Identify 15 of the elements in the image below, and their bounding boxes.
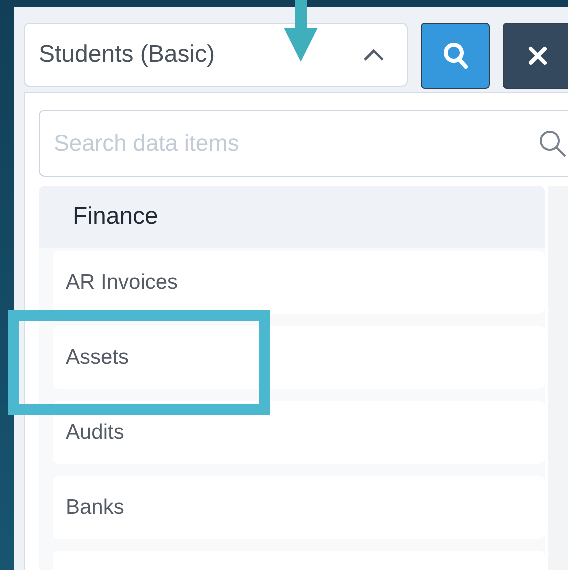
dropdown-value: Students (Basic): [39, 41, 216, 69]
arrow-annotation: [284, 0, 318, 62]
close-icon: [528, 46, 548, 66]
list-item[interactable]: Audits: [53, 401, 545, 464]
list-item[interactable]: Assets: [53, 326, 545, 389]
chevron-up-icon: [363, 49, 385, 62]
list-item[interactable]: Banks: [53, 476, 545, 539]
search-icon: [538, 129, 568, 159]
search-icon: [442, 42, 468, 70]
search-field[interactable]: Search data items: [39, 110, 568, 177]
dataset-dropdown[interactable]: Students (Basic): [24, 23, 408, 87]
search-button[interactable]: [421, 23, 490, 89]
close-button[interactable]: [503, 23, 568, 89]
group-header: Finance: [39, 186, 545, 248]
list-item[interactable]: AR Invoices: [53, 251, 545, 314]
